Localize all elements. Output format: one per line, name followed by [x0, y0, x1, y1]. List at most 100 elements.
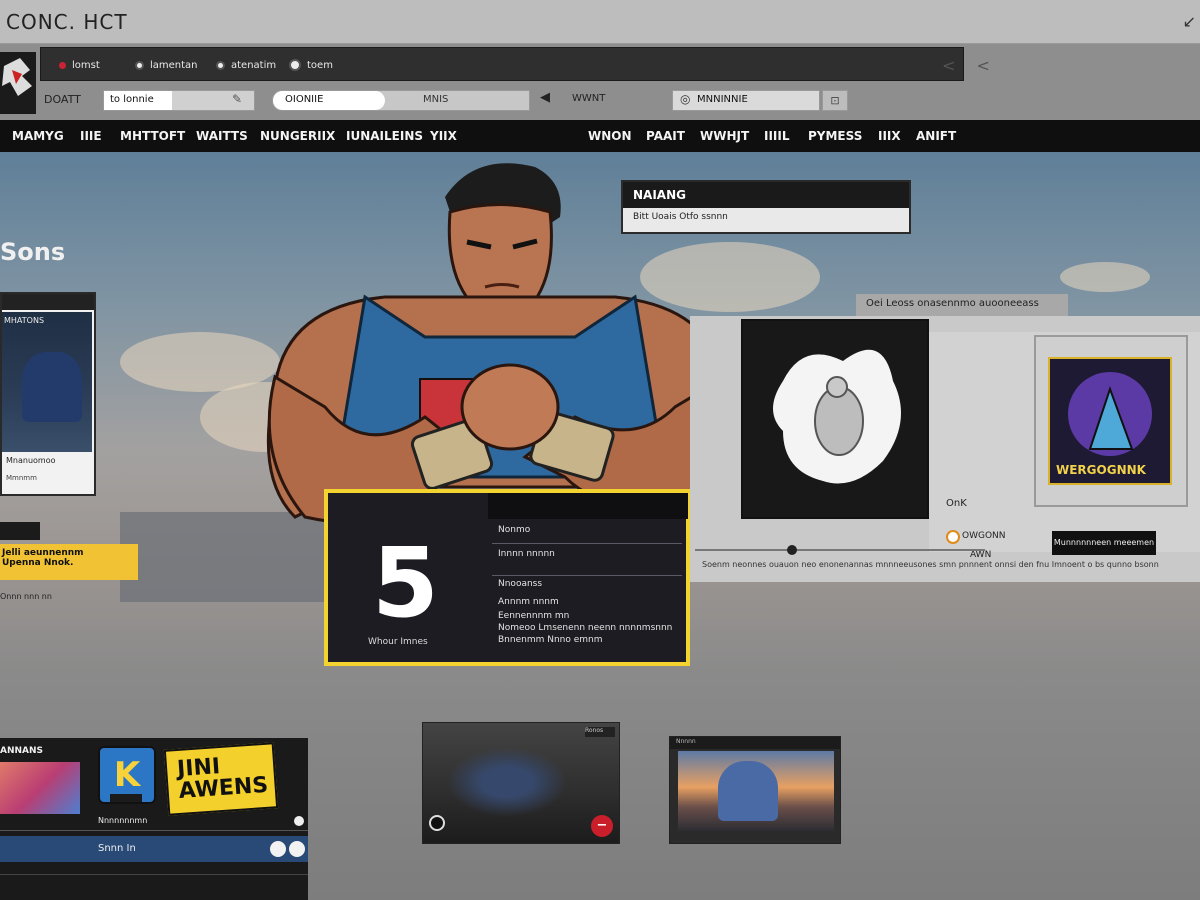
nav-item[interactable]: YIIX — [430, 120, 457, 152]
video-scene — [678, 751, 834, 831]
nav-item[interactable]: WWHJT — [700, 120, 749, 152]
cloud — [1060, 262, 1150, 292]
character-subtitle: Bitt Uoais Otfo ssnnn — [633, 212, 728, 222]
search-options-button[interactable]: ⊡ — [822, 90, 848, 111]
tag-dark — [0, 522, 40, 540]
radio-dot-icon — [216, 60, 225, 70]
nav-item[interactable]: IIIE — [80, 120, 102, 152]
search-icon: ◎ — [680, 92, 691, 106]
nav-item[interactable]: PAAIT — [646, 120, 685, 152]
toolbar-item-label: lomst — [72, 59, 100, 71]
nav-item[interactable]: IUNAILEINS — [346, 120, 423, 152]
filter-field[interactable]: to lonnie ✎ — [103, 90, 255, 111]
hero-heading: Sons — [0, 238, 66, 266]
toolbar-item-label: lamentan — [150, 59, 198, 71]
ok-label[interactable]: OnK — [946, 498, 967, 509]
top-toolbar: lomst lamentan atenatim toem — [40, 47, 964, 81]
rank-number: 5 — [372, 527, 439, 639]
radio-dot-icon — [135, 60, 144, 70]
stats-header — [488, 493, 688, 519]
toolbar-item-3[interactable]: atenatim — [216, 48, 276, 82]
video-badge: Ronos — [585, 727, 615, 737]
video-figure — [718, 761, 778, 821]
toolbar-item-1[interactable]: lomst — [59, 48, 100, 82]
record-icon[interactable]: − — [591, 815, 613, 837]
main-nav: MAMYG IIIE MHTTOFT WAITTS NUNGERIIX IUNA… — [0, 120, 1200, 152]
stat-line: Eennennnm mn — [498, 611, 570, 621]
back-arrow-icon[interactable]: ◀ — [540, 90, 550, 105]
video-thumbnail-1[interactable]: Ronos − — [422, 722, 620, 844]
poster-image — [2, 312, 92, 452]
poster-meta: Mmnmm — [6, 474, 37, 482]
nav-item[interactable]: ANIFT — [916, 120, 956, 152]
filter-field-value[interactable]: to lonnie — [104, 91, 172, 110]
nav-item[interactable]: IIIIL — [764, 120, 790, 152]
option-radio[interactable] — [946, 530, 960, 544]
play-icon[interactable] — [429, 815, 445, 831]
promo-tag[interactable]: Jelli aeunnennm Upenna Nnok. — [0, 544, 138, 580]
title-bar: CONC. HCT ↙ — [0, 0, 1200, 44]
badge-artwork: WERGOGNNK — [1048, 357, 1172, 485]
toolbar-item-2[interactable]: lamentan — [135, 48, 198, 82]
stat-line: Nnooanss — [498, 579, 543, 589]
card-header — [2, 294, 94, 310]
divider — [492, 543, 682, 544]
toolbar-item-label: toem — [307, 59, 333, 71]
nav-item[interactable]: MAMYG — [12, 120, 64, 152]
promo-meta: Onnn nnn nn — [0, 592, 52, 601]
action-button[interactable]: Munnnnnneen meeemen — [1052, 531, 1156, 555]
app-logo[interactable] — [0, 52, 36, 114]
hero-banner: Sons MHATONS Mnanuomoo Mmnmm Jelli aeunn… — [0, 152, 1200, 900]
slider-handle[interactable] — [787, 545, 797, 555]
option-label: OWGONN — [962, 531, 1006, 541]
k-badge-sub — [110, 794, 142, 802]
slider-track[interactable] — [695, 549, 985, 551]
pencil-icon[interactable]: ✎ — [232, 92, 242, 106]
featured-poster-card[interactable]: MHATONS Mnanuomoo Mmnmm — [0, 292, 96, 496]
strip-subtitle: Nnnnnnnmn — [98, 816, 148, 825]
menu-dot-icon[interactable] — [294, 816, 304, 826]
nav-item[interactable]: WNON — [588, 120, 632, 152]
toggle-dot[interactable] — [270, 841, 286, 857]
selector-value[interactable]: OIONIIE — [273, 91, 385, 110]
video-label: Nnnnn — [676, 738, 696, 745]
poster-title: MHATONS — [4, 316, 45, 325]
back-label[interactable]: WWNT — [572, 93, 605, 104]
poster-name: Mnanuomoo — [6, 456, 56, 465]
selector-field[interactable]: OIONIIE MNIS — [272, 90, 530, 111]
strip-thumbnail[interactable] — [0, 762, 80, 814]
featured-strip: ANNANS K JINI AWENS Nnnnnnnmn Snnn In — [0, 738, 308, 900]
sign-in-bar[interactable] — [0, 836, 308, 862]
nav-item[interactable]: PYMESS — [808, 120, 862, 152]
search-input[interactable]: MNNINNIE — [672, 90, 820, 111]
nav-item[interactable]: IIIX — [878, 120, 901, 152]
nav-item[interactable]: MHTTOFT — [120, 120, 185, 152]
option-sub-label: AWN — [970, 550, 992, 560]
divider — [0, 874, 308, 875]
jini-badge[interactable]: JINI AWENS — [163, 742, 279, 816]
character-name: NAIANG — [623, 182, 909, 208]
stat-line: Nomeoo Lmsenenn neenn nnnnmsnnn — [498, 623, 673, 633]
toolbar-item-4[interactable]: toem — [289, 48, 333, 82]
logo-mark — [2, 58, 32, 96]
flame-fighter-emblem — [773, 349, 901, 484]
stats-card[interactable]: 5 Whour Imnes Nonmo Innnn nnnnn Nnooanss… — [324, 489, 690, 666]
app-title: CONC. HCT — [6, 10, 128, 34]
video-thumbnail-2[interactable]: Nnnnn — [669, 736, 841, 844]
nav-item[interactable]: WAITTS — [196, 120, 248, 152]
stat-line: Bnnenmm Nnno emnm — [498, 635, 603, 645]
team-badge[interactable]: WERGOGNNK — [1034, 335, 1188, 507]
character-name-box: NAIANG Bitt Uoais Otfo ssnnn — [621, 180, 911, 234]
toolbar-item-label: atenatim — [231, 59, 277, 71]
stat-line: Annnm nnnm — [498, 597, 559, 607]
selector-extra-label: MNIS — [423, 94, 449, 105]
history-nav[interactable]: < < — [942, 56, 998, 75]
radio-dot-icon — [289, 59, 301, 71]
emblem-image[interactable] — [741, 319, 929, 519]
sign-in-label[interactable]: Snnn In — [98, 843, 136, 854]
divider — [0, 830, 308, 831]
strip-title: ANNANS — [0, 746, 44, 756]
nav-item[interactable]: NUNGERIIX — [260, 120, 335, 152]
toggle-dot[interactable] — [289, 841, 305, 857]
arrow-icon[interactable]: ↙ — [1183, 12, 1196, 31]
